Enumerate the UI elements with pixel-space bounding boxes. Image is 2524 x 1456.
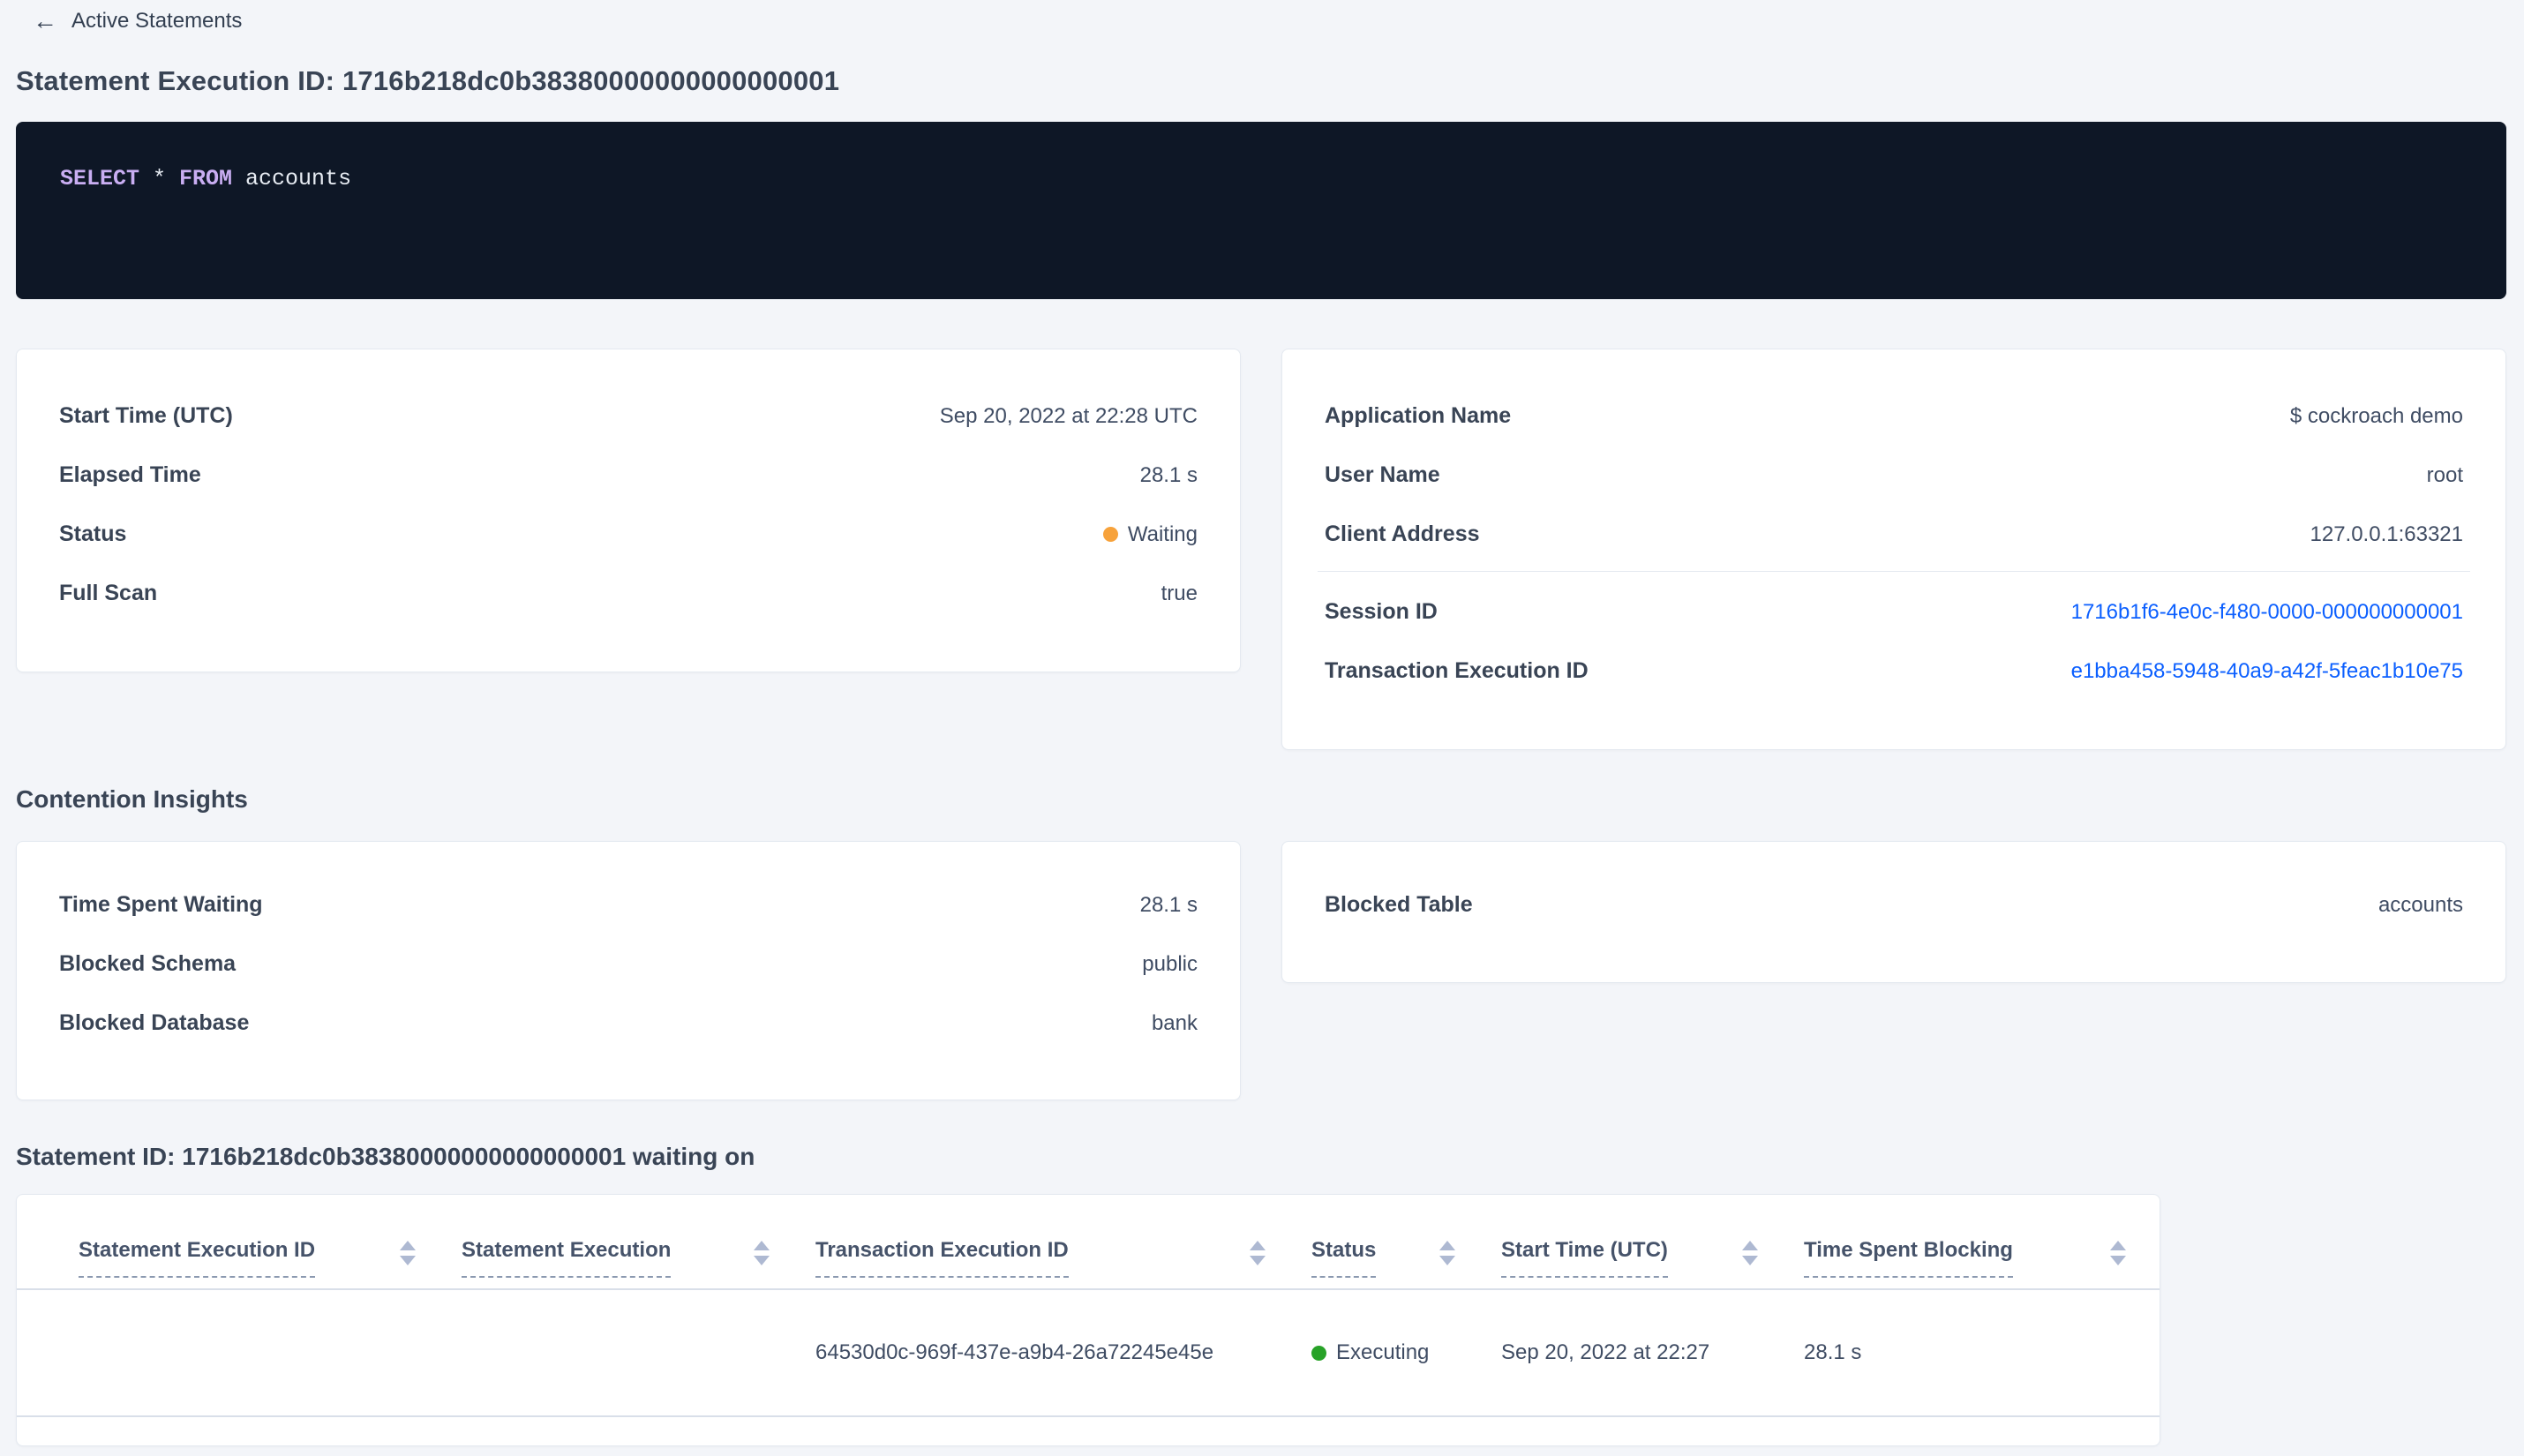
blocked-database-row: Blocked Database bank [17,994,1240,1053]
contention-insights-heading: Contention Insights [16,785,248,813]
blocked-table-value: accounts [2378,892,2463,917]
cell-time-spent-blocking: 28.1 s [1804,1340,1862,1364]
blocked-schema-row: Blocked Schema public [17,934,1240,994]
back-arrow-icon[interactable]: ← [33,9,57,34]
column-header-label: Statement Execution ID [79,1237,316,1278]
status-label: Status [59,522,127,546]
session-id-label: Session ID [1325,599,1438,624]
column-header-label: Transaction Execution ID [815,1237,1069,1278]
column-header-time-spent-blocking[interactable]: Time Spent Blocking [1804,1237,2133,1278]
blocked-table-card: Blocked Table accounts [1281,841,2506,983]
elapsed-time-value: 28.1 s [1139,462,1198,487]
status-executing-dot-icon [1311,1345,1326,1361]
waiting-on-table-card: Statement Execution ID Statement Executi… [16,1194,2160,1446]
transaction-execution-id-label: Transaction Execution ID [1325,658,1589,683]
contention-cards-row: Time Spent Waiting 28.1 s Blocked Schema… [16,841,2524,1100]
session-id-link[interactable]: 1716b1f6-4e0c-f480-0000-000000000001 [2071,600,2463,625]
sql-statement-box: SELECT * FROM accounts [16,122,2506,299]
sort-arrows-icon[interactable] [1250,1241,1266,1265]
sort-arrows-icon[interactable] [2110,1241,2126,1265]
session-details-card: Application Name $ cockroach demo User N… [1281,349,2506,750]
application-name-row: Application Name $ cockroach demo [1282,387,2505,446]
client-address-row: Client Address 127.0.0.1:63321 [1282,505,2505,564]
client-address-label: Client Address [1325,522,1480,546]
blocked-database-label: Blocked Database [59,1010,250,1035]
back-link-active-statements[interactable]: Active Statements [71,9,242,34]
cell-start-time: Sep 20, 2022 at 22:27 [1501,1340,1710,1364]
elapsed-time-label: Elapsed Time [59,462,201,487]
status-executing-text: Executing [1336,1340,1430,1364]
blocked-table-row: Blocked Table accounts [1282,875,2505,934]
full-scan-value: true [1161,581,1198,605]
sort-arrows-icon[interactable] [754,1241,770,1265]
transaction-execution-id-link[interactable]: e1bba458-5948-40a9-a42f-5feac1b10e75 [2071,659,2463,684]
page-title: Statement Execution ID: 1716b218dc0b3838… [16,65,840,96]
full-scan-row: Full Scan true [17,564,1240,623]
statement-execution-details-page: ← Active Statements Statement Execution … [0,0,2524,1456]
time-spent-waiting-label: Time Spent Waiting [59,892,263,917]
waiting-on-heading: Statement ID: 1716b218dc0b38380000000000… [16,1143,755,1170]
sql-star: * [139,166,180,191]
full-scan-label: Full Scan [59,581,158,605]
start-time-label: Start Time (UTC) [59,403,233,428]
sql-statement-text: SELECT * FROM accounts [60,164,2506,194]
column-header-label: Statement Execution [462,1237,672,1278]
time-spent-waiting-value: 28.1 s [1139,892,1198,917]
sort-arrows-icon[interactable] [400,1241,416,1265]
card-divider [1318,571,2470,572]
summary-cards-row: Start Time (UTC) Sep 20, 2022 at 22:28 U… [16,349,2524,750]
column-header-statement-execution-id[interactable]: Statement Execution ID [79,1237,462,1278]
blocked-table-label: Blocked Table [1325,892,1473,917]
blocked-schema-value: public [1142,951,1198,976]
status-row: Status Waiting [17,505,1240,564]
column-header-transaction-execution-id[interactable]: Transaction Execution ID [815,1237,1311,1278]
table-row: 64530d0c-969f-437e-a9b4-26a72245e45e Exe… [17,1290,2160,1417]
start-time-value: Sep 20, 2022 at 22:28 UTC [939,403,1198,428]
breadcrumb: ← Active Statements [33,0,2524,34]
cell-status: Executing [1311,1340,1501,1365]
status-value: Waiting [1102,522,1198,547]
status-waiting-text: Waiting [1127,522,1198,546]
user-name-label: User Name [1325,462,1440,487]
start-time-row: Start Time (UTC) Sep 20, 2022 at 22:28 U… [17,387,1240,446]
blocked-schema-label: Blocked Schema [59,951,237,976]
cell-transaction-execution-id: 64530d0c-969f-437e-a9b4-26a72245e45e [815,1340,1214,1364]
user-name-row: User Name root [1282,446,2505,505]
table-header-row: Statement Execution ID Statement Executi… [17,1195,2160,1290]
column-header-label: Start Time (UTC) [1501,1237,1668,1278]
blocked-database-value: bank [1151,1010,1198,1035]
sql-keyword-from: FROM [179,166,233,191]
application-name-label: Application Name [1325,403,1512,428]
time-spent-waiting-row: Time Spent Waiting 28.1 s [17,875,1240,934]
user-name-value: root [2426,462,2463,487]
column-header-label: Time Spent Blocking [1804,1237,2013,1278]
sort-arrows-icon[interactable] [1742,1241,1758,1265]
column-header-status[interactable]: Status [1311,1237,1501,1278]
sort-arrows-icon[interactable] [1439,1241,1455,1265]
sql-table-name: accounts [232,166,352,191]
elapsed-time-row: Elapsed Time 28.1 s [17,446,1240,505]
application-name-value: $ cockroach demo [2289,403,2463,428]
transaction-execution-id-row: Transaction Execution ID e1bba458-5948-4… [1282,642,2505,701]
column-header-start-time[interactable]: Start Time (UTC) [1501,1237,1804,1278]
session-id-row: Session ID 1716b1f6-4e0c-f480-0000-00000… [1282,582,2505,642]
column-header-statement-execution[interactable]: Statement Execution [462,1237,815,1278]
status-waiting-dot-icon [1102,527,1118,542]
execution-details-card: Start Time (UTC) Sep 20, 2022 at 22:28 U… [16,349,1241,672]
column-header-label: Status [1311,1237,1377,1278]
sql-keyword-select: SELECT [60,166,140,191]
client-address-value: 127.0.0.1:63321 [2310,522,2464,546]
contention-details-card: Time Spent Waiting 28.1 s Blocked Schema… [16,841,1241,1100]
